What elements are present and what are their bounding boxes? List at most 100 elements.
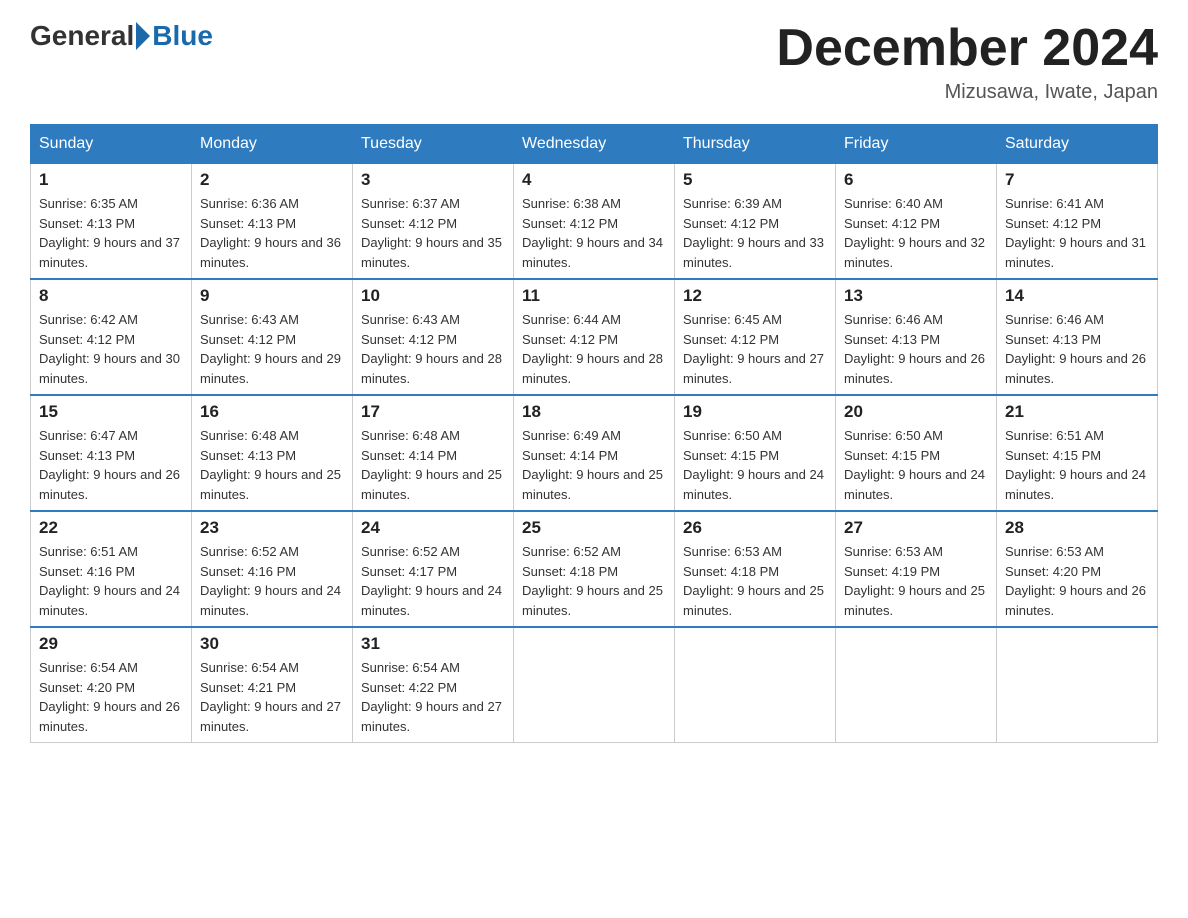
day-number: 6 [844,170,988,190]
day-info: Sunrise: 6:50 AMSunset: 4:15 PMDaylight:… [844,426,988,504]
day-number: 24 [361,518,505,538]
day-info: Sunrise: 6:43 AMSunset: 4:12 PMDaylight:… [200,310,344,388]
weekday-header-saturday: Saturday [997,125,1158,164]
day-info: Sunrise: 6:35 AMSunset: 4:13 PMDaylight:… [39,194,183,272]
calendar-day-28: 28 Sunrise: 6:53 AMSunset: 4:20 PMDayligh… [997,511,1158,627]
day-number: 26 [683,518,827,538]
calendar-day-3: 3Sunrise: 6:37 AMSunset: 4:12 PMDaylight… [353,164,514,280]
calendar-day-14: 14Sunrise: 6:46 AMSunset: 4:13 PMDayligh… [997,279,1158,395]
day-number: 20 [844,402,988,422]
day-number: 22 [39,518,183,538]
day-info: Sunrise: 6:45 AMSunset: 4:12 PMDaylight:… [683,310,827,388]
day-number: 28 [1005,518,1149,538]
day-info: Sunrise: 6:43 AMSunset: 4:12 PMDaylight:… [361,310,505,388]
weekday-header-friday: Friday [836,125,997,164]
day-number: 14 [1005,286,1149,306]
weekday-header-monday: Monday [192,125,353,164]
calendar-week-3: 15 Sunrise: 6:47 AMSunset: 4:13 PMDayligh… [31,395,1158,511]
day-info: Sunrise: 6:54 AMSunset: 4:21 PMDaylight:… [200,658,344,736]
day-info: Sunrise: 6:48 AMSunset: 4:13 PMDaylight:… [200,426,344,504]
logo: General Blue [30,20,213,52]
calendar-day-12: 12 Sunrise: 6:45 AMSunset: 4:12 PMDayligh… [675,279,836,395]
day-info: Sunrise: 6:51 AMSunset: 4:16 PMDaylight:… [39,542,183,620]
weekday-header-sunday: Sunday [31,125,192,164]
calendar-day-20: 20 Sunrise: 6:50 AMSunset: 4:15 PMDayligh… [836,395,997,511]
title-section: December 2024 Mizusawa, Iwate, Japan [776,20,1158,104]
calendar-day-9: 9 Sunrise: 6:43 AMSunset: 4:12 PMDaylight… [192,279,353,395]
day-number: 7 [1005,170,1149,190]
day-number: 23 [200,518,344,538]
weekday-header-thursday: Thursday [675,125,836,164]
weekday-header-tuesday: Tuesday [353,125,514,164]
calendar-day-10: 10 Sunrise: 6:43 AMSunset: 4:12 PMDayligh… [353,279,514,395]
calendar-day-27: 27 Sunrise: 6:53 AMSunset: 4:19 PMDayligh… [836,511,997,627]
day-number: 29 [39,634,183,654]
day-number: 12 [683,286,827,306]
calendar-day-29: 29 Sunrise: 6:54 AMSunset: 4:20 PMDayligh… [31,627,192,743]
day-number: 4 [522,170,666,190]
page-header: General Blue December 2024 Mizusawa, Iwa… [30,20,1158,104]
calendar-day-19: 19 Sunrise: 6:50 AMSunset: 4:15 PMDayligh… [675,395,836,511]
day-info: Sunrise: 6:53 AMSunset: 4:20 PMDaylight:… [1005,542,1149,620]
calendar-week-4: 22 Sunrise: 6:51 AMSunset: 4:16 PMDayligh… [31,511,1158,627]
calendar-body: 1Sunrise: 6:35 AMSunset: 4:13 PMDaylight… [31,164,1158,743]
day-number: 2 [200,170,344,190]
calendar-day-1: 1Sunrise: 6:35 AMSunset: 4:13 PMDaylight… [31,164,192,280]
calendar-day-22: 22 Sunrise: 6:51 AMSunset: 4:16 PMDayligh… [31,511,192,627]
day-info: Sunrise: 6:40 AMSunset: 4:12 PMDaylight:… [844,194,988,272]
calendar-day-21: 21Sunrise: 6:51 AMSunset: 4:15 PMDayligh… [997,395,1158,511]
day-number: 18 [522,402,666,422]
day-info: Sunrise: 6:44 AMSunset: 4:12 PMDaylight:… [522,310,666,388]
day-info: Sunrise: 6:39 AMSunset: 4:12 PMDaylight:… [683,194,827,272]
day-info: Sunrise: 6:53 AMSunset: 4:18 PMDaylight:… [683,542,827,620]
calendar-day-13: 13 Sunrise: 6:46 AMSunset: 4:13 PMDayligh… [836,279,997,395]
weekday-row: SundayMondayTuesdayWednesdayThursdayFrid… [31,125,1158,164]
calendar-day-23: 23 Sunrise: 6:52 AMSunset: 4:16 PMDayligh… [192,511,353,627]
day-info: Sunrise: 6:41 AMSunset: 4:12 PMDaylight:… [1005,194,1149,272]
calendar-table: SundayMondayTuesdayWednesdayThursdayFrid… [30,124,1158,743]
calendar-day-6: 6 Sunrise: 6:40 AMSunset: 4:12 PMDaylight… [836,164,997,280]
day-info: Sunrise: 6:38 AMSunset: 4:12 PMDaylight:… [522,194,666,272]
calendar-header: SundayMondayTuesdayWednesdayThursdayFrid… [31,125,1158,164]
calendar-day-5: 5Sunrise: 6:39 AMSunset: 4:12 PMDaylight… [675,164,836,280]
empty-cell [675,627,836,743]
day-number: 31 [361,634,505,654]
day-number: 17 [361,402,505,422]
calendar-day-26: 26 Sunrise: 6:53 AMSunset: 4:18 PMDayligh… [675,511,836,627]
calendar-day-17: 17 Sunrise: 6:48 AMSunset: 4:14 PMDayligh… [353,395,514,511]
day-info: Sunrise: 6:49 AMSunset: 4:14 PMDaylight:… [522,426,666,504]
day-info: Sunrise: 6:54 AMSunset: 4:20 PMDaylight:… [39,658,183,736]
day-info: Sunrise: 6:47 AMSunset: 4:13 PMDaylight:… [39,426,183,504]
calendar-week-5: 29 Sunrise: 6:54 AMSunset: 4:20 PMDayligh… [31,627,1158,743]
day-info: Sunrise: 6:42 AMSunset: 4:12 PMDaylight:… [39,310,183,388]
day-number: 3 [361,170,505,190]
logo-arrow-icon [136,22,150,50]
calendar-day-24: 24Sunrise: 6:52 AMSunset: 4:17 PMDayligh… [353,511,514,627]
day-number: 13 [844,286,988,306]
day-number: 10 [361,286,505,306]
day-info: Sunrise: 6:46 AMSunset: 4:13 PMDaylight:… [844,310,988,388]
day-info: Sunrise: 6:53 AMSunset: 4:19 PMDaylight:… [844,542,988,620]
calendar-day-8: 8Sunrise: 6:42 AMSunset: 4:12 PMDaylight… [31,279,192,395]
day-number: 19 [683,402,827,422]
day-info: Sunrise: 6:52 AMSunset: 4:16 PMDaylight:… [200,542,344,620]
day-number: 25 [522,518,666,538]
calendar-day-16: 16Sunrise: 6:48 AMSunset: 4:13 PMDayligh… [192,395,353,511]
day-info: Sunrise: 6:54 AMSunset: 4:22 PMDaylight:… [361,658,505,736]
day-info: Sunrise: 6:52 AMSunset: 4:18 PMDaylight:… [522,542,666,620]
day-number: 9 [200,286,344,306]
empty-cell [997,627,1158,743]
weekday-header-wednesday: Wednesday [514,125,675,164]
calendar-day-31: 31 Sunrise: 6:54 AMSunset: 4:22 PMDayligh… [353,627,514,743]
day-info: Sunrise: 6:50 AMSunset: 4:15 PMDaylight:… [683,426,827,504]
day-number: 15 [39,402,183,422]
day-info: Sunrise: 6:48 AMSunset: 4:14 PMDaylight:… [361,426,505,504]
logo-blue-text: Blue [152,20,213,52]
empty-cell [514,627,675,743]
calendar-day-2: 2Sunrise: 6:36 AMSunset: 4:13 PMDaylight… [192,164,353,280]
day-number: 11 [522,286,666,306]
logo-general-text: General [30,20,134,52]
day-number: 27 [844,518,988,538]
calendar-day-7: 7 Sunrise: 6:41 AMSunset: 4:12 PMDaylight… [997,164,1158,280]
calendar-day-18: 18 Sunrise: 6:49 AMSunset: 4:14 PMDayligh… [514,395,675,511]
